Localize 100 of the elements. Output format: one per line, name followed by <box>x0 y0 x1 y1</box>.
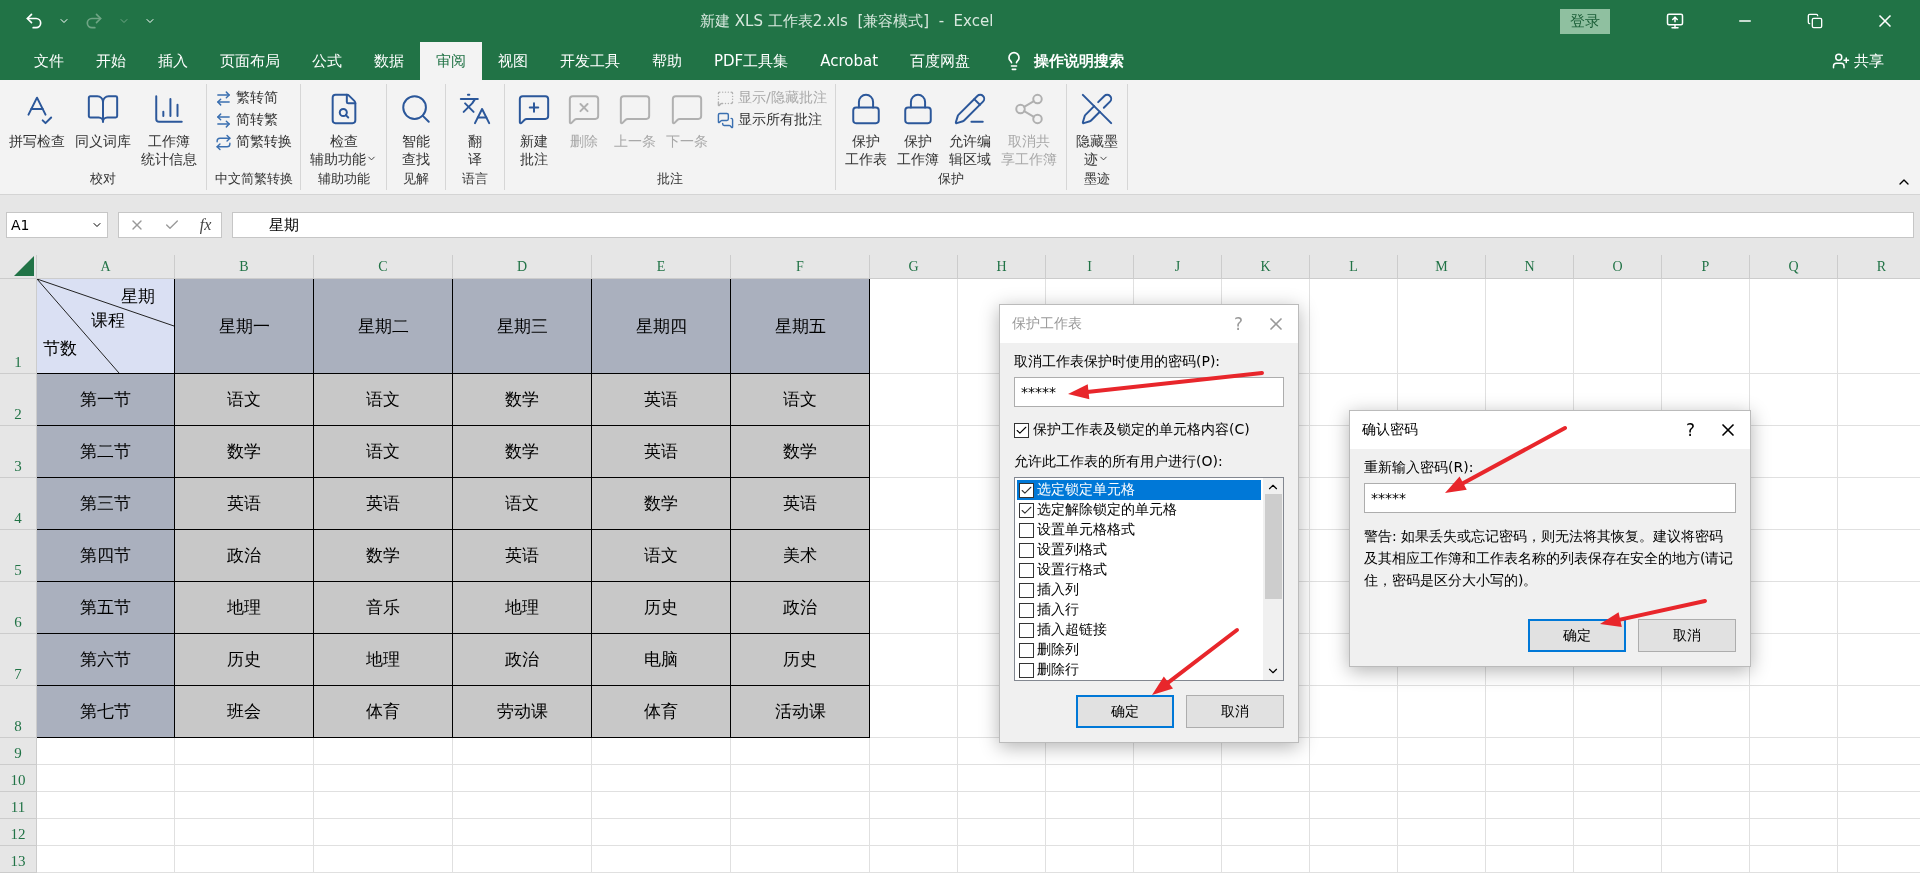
book-icon <box>86 92 120 126</box>
pencil-icon <box>952 92 987 126</box>
ribbon-button[interactable]: 拼写检查 <box>6 88 68 170</box>
permission-item[interactable]: 删除行 <box>1017 660 1261 680</box>
table-cell: 数学 <box>453 426 592 478</box>
ribbon-button[interactable]: 同义词库 <box>72 88 134 170</box>
menu-tab[interactable]: 开发工具 <box>544 42 636 80</box>
column-header: M <box>1398 255 1486 279</box>
tell-me-search[interactable]: 操作说明搜索 <box>1034 51 1125 71</box>
permission-item[interactable]: 选定解除锁定的单元格 <box>1017 500 1261 520</box>
password-field[interactable]: ***** <box>1014 377 1284 407</box>
table-cell: 地理 <box>175 582 314 634</box>
checkbox[interactable] <box>1019 562 1034 578</box>
formula-field[interactable]: 星期 <box>232 212 1914 238</box>
menu-tab[interactable]: 百度网盘 <box>894 42 987 80</box>
table-cell: 音乐 <box>314 582 453 634</box>
table-cell: 政治 <box>731 582 870 634</box>
row-header: 3 <box>0 426 37 478</box>
ribbon-button[interactable]: 检查 辅助功能 <box>307 88 380 170</box>
column-header: B <box>175 255 314 279</box>
menu-tab[interactable]: 审阅 <box>420 42 482 80</box>
ribbon-button[interactable]: 翻 译 <box>452 88 498 170</box>
ok-button[interactable]: 确定 <box>1076 695 1174 728</box>
checkbox[interactable] <box>1019 582 1034 598</box>
checkbox[interactable] <box>1019 642 1034 658</box>
permission-item[interactable]: 设置行格式 <box>1017 560 1261 580</box>
menu-tab[interactable]: 页面布局 <box>204 42 296 80</box>
column-header: H <box>958 255 1046 279</box>
ribbon-button[interactable]: 显示所有批注 <box>715 110 829 130</box>
row-header: 13 <box>0 846 37 873</box>
checkbox[interactable] <box>1014 422 1029 438</box>
checkbox[interactable] <box>1019 502 1034 518</box>
cancel-button[interactable]: 取消 <box>1186 695 1284 728</box>
cancel-button[interactable]: 取消 <box>1638 619 1736 652</box>
help-button[interactable]: ? <box>1663 420 1718 440</box>
menu-tab[interactable]: 帮助 <box>636 42 698 80</box>
table-cell: 语文 <box>592 530 731 582</box>
checkbox[interactable] <box>1019 542 1034 558</box>
menu-tab[interactable]: PDF工具集 <box>698 42 805 80</box>
restore-icon[interactable] <box>1807 13 1823 29</box>
group-label: 保护 <box>936 170 965 188</box>
table-cell: 语文 <box>314 426 453 478</box>
permission-item[interactable]: 设置列格式 <box>1017 540 1261 560</box>
function-icon[interactable]: fx <box>199 216 212 234</box>
ribbon-button[interactable]: 简转繁 <box>213 110 294 130</box>
checkbox[interactable] <box>1019 602 1034 618</box>
permission-item[interactable]: 选定锁定单元格 <box>1017 480 1261 500</box>
menu-tab[interactable]: 开始 <box>80 42 142 80</box>
table-cell: 数学 <box>731 426 870 478</box>
column-header: P <box>1662 255 1750 279</box>
permission-item[interactable]: 插入超链接 <box>1017 620 1261 640</box>
group-label: 语言 <box>461 170 489 188</box>
menu-tab[interactable]: 数据 <box>358 42 420 80</box>
column-header: O <box>1574 255 1662 279</box>
column-header: E <box>592 255 731 279</box>
permission-item[interactable]: 删除列 <box>1017 640 1261 660</box>
comments-icon <box>717 111 734 129</box>
checkbox[interactable] <box>1019 662 1034 678</box>
permission-item[interactable]: 插入行 <box>1017 600 1261 620</box>
row-header: 12 <box>0 819 37 846</box>
table-cell: 数学 <box>175 426 314 478</box>
row-header: 10 <box>0 765 37 792</box>
table-cell: 语文 <box>453 478 592 530</box>
table-cell: 政治 <box>453 634 592 686</box>
ribbon-button[interactable]: 允许编 辑区域 <box>945 88 994 170</box>
menu-tab[interactable]: 文件 <box>18 42 80 80</box>
login-button[interactable]: 登录 <box>1560 8 1610 34</box>
ribbon-button[interactable]: 繁转简 <box>213 88 294 108</box>
ribbon-display-icon[interactable] <box>1666 12 1684 30</box>
table-cell: 第五节 <box>37 582 175 634</box>
ribbon-button[interactable]: 保护 工作表 <box>841 88 890 170</box>
menu-tab[interactable]: Acrobat <box>804 42 895 80</box>
window-title: 新建 XLS 工作表2.xls [兼容模式] - Excel <box>700 11 995 31</box>
ribbon-button[interactable]: 隐藏墨 迹 <box>1072 88 1121 170</box>
ok-button[interactable]: 确定 <box>1528 619 1626 652</box>
undo-icon[interactable] <box>24 11 44 31</box>
permission-item[interactable]: 设置单元格格式 <box>1017 520 1261 540</box>
ribbon-button[interactable]: 工作簿 统计信息 <box>138 88 200 170</box>
row-header: 2 <box>0 374 37 426</box>
permission-item[interactable]: 插入列 <box>1017 580 1261 600</box>
column-header: J <box>1134 255 1222 279</box>
ribbon-button[interactable]: 简繁转换 <box>213 132 294 152</box>
checkbox[interactable] <box>1019 482 1034 498</box>
menu-tab[interactable]: 视图 <box>482 42 544 80</box>
ribbon-button[interactable]: 保护 工作簿 <box>893 88 942 170</box>
menu-tab[interactable]: 插入 <box>142 42 204 80</box>
scrollbar-thumb[interactable] <box>1264 494 1282 599</box>
pen-icon <box>1079 92 1114 126</box>
ribbon-button[interactable]: 智能 查找 <box>393 88 439 170</box>
name-box[interactable]: A1 <box>6 212 108 238</box>
user-plus-icon <box>1832 52 1850 70</box>
checkbox[interactable] <box>1019 622 1034 638</box>
ribbon-button[interactable]: 新建 批注 <box>511 88 557 170</box>
row-header: 4 <box>0 478 37 530</box>
menu-tab[interactable]: 公式 <box>296 42 358 80</box>
dialog-title: 确认密码 <box>1362 421 1419 439</box>
password-field[interactable]: ***** <box>1364 483 1736 513</box>
share-button[interactable]: 共享 <box>1826 50 1890 72</box>
protect-checkbox[interactable]: 保护工作表及锁定的单元格内容(C) <box>1014 421 1284 439</box>
checkbox[interactable] <box>1019 522 1034 538</box>
